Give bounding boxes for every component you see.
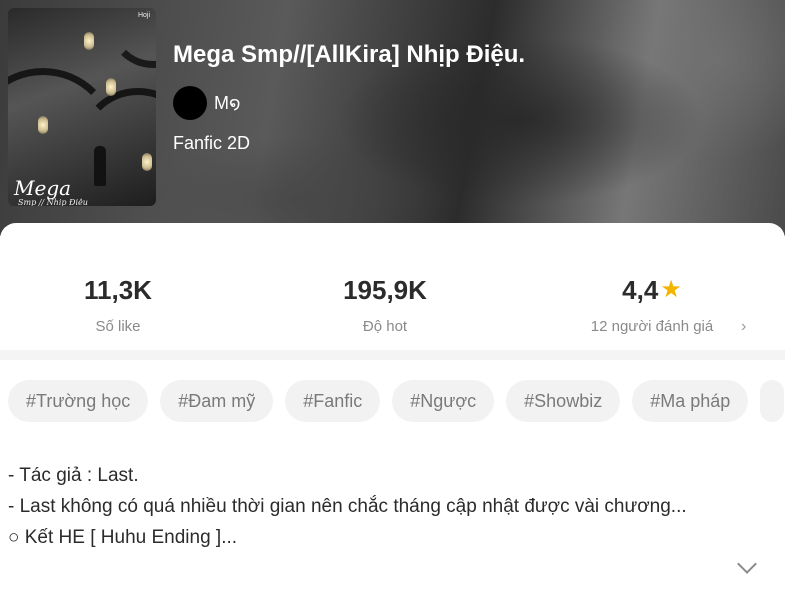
hot-label: Độ hot — [362, 318, 408, 335]
likes-count: 11,3K — [84, 275, 152, 305]
cover-lamp — [38, 116, 48, 134]
author[interactable]: M໑ — [173, 86, 241, 120]
cover-figure — [94, 146, 106, 186]
tag-chip[interactable]: #Showbiz — [506, 380, 621, 422]
likes-stat: 11,3K Số like — [64, 275, 172, 335]
cover-lamp — [84, 32, 94, 50]
story-genre: Fanfic 2D — [173, 133, 251, 153]
story-title: Mega Smp//[AllKira] Nhịp Điệu. — [173, 41, 526, 68]
chevron-down-icon[interactable] — [737, 554, 757, 574]
tag-chip-overflow[interactable] — [760, 380, 785, 422]
description-line: - Last không có quá nhiều thời gian nên … — [8, 496, 687, 517]
cover-title-text: Mega — [14, 176, 72, 200]
rating-value: 4,4 — [622, 275, 659, 305]
cover-lamp — [106, 78, 116, 96]
section-divider — [0, 350, 785, 360]
author-name[interactable]: M໑ — [214, 93, 241, 114]
hot-stat: 195,9K Độ hot — [322, 275, 448, 335]
chevron-right-icon[interactable]: › — [741, 318, 746, 336]
cover-subtitle-text: Smp // Nhịp Điệu — [18, 198, 88, 206]
rating-stat[interactable]: 4,4★ 12 người đánh giá — [582, 275, 722, 335]
description-line: - Tác giả : Last. — [8, 465, 139, 486]
rating-value-row: 4,4★ — [582, 275, 722, 306]
tag-chip[interactable]: #Ma pháp — [632, 380, 749, 422]
star-icon: ★ — [660, 276, 682, 303]
story-details-panel: 11,3K Số like 195,9K Độ hot 4,4★ 12 ngườ… — [0, 223, 785, 600]
tag-chip[interactable]: #Trường học — [8, 380, 149, 422]
tag-chip[interactable]: #Đam mỹ — [160, 380, 274, 422]
story-description[interactable]: - Tác giả : Last. - Last không có quá nh… — [8, 460, 728, 553]
hot-count: 195,9K — [343, 275, 427, 305]
cover-badge: Hoji — [137, 12, 150, 19]
avatar[interactable] — [173, 86, 207, 120]
rating-count-label[interactable]: 12 người đánh giá — [582, 318, 722, 335]
likes-label: Số like — [95, 318, 141, 335]
description-line: ○ Kết HE [ Huhu Ending ]... — [8, 527, 238, 548]
story-cover[interactable]: Hoji Mega Smp // Nhịp Điệu — [8, 8, 156, 206]
cover-lamp — [142, 153, 152, 171]
story-header: Hoji Mega Smp // Nhịp Điệu Mega Smp//[Al… — [0, 0, 785, 236]
tag-chip[interactable]: #Ngược — [392, 380, 495, 422]
tag-chip[interactable]: #Fanfic — [285, 380, 381, 422]
tag-list[interactable]: #Trường học #Đam mỹ #Fanfic #Ngược #Show… — [8, 380, 785, 424]
